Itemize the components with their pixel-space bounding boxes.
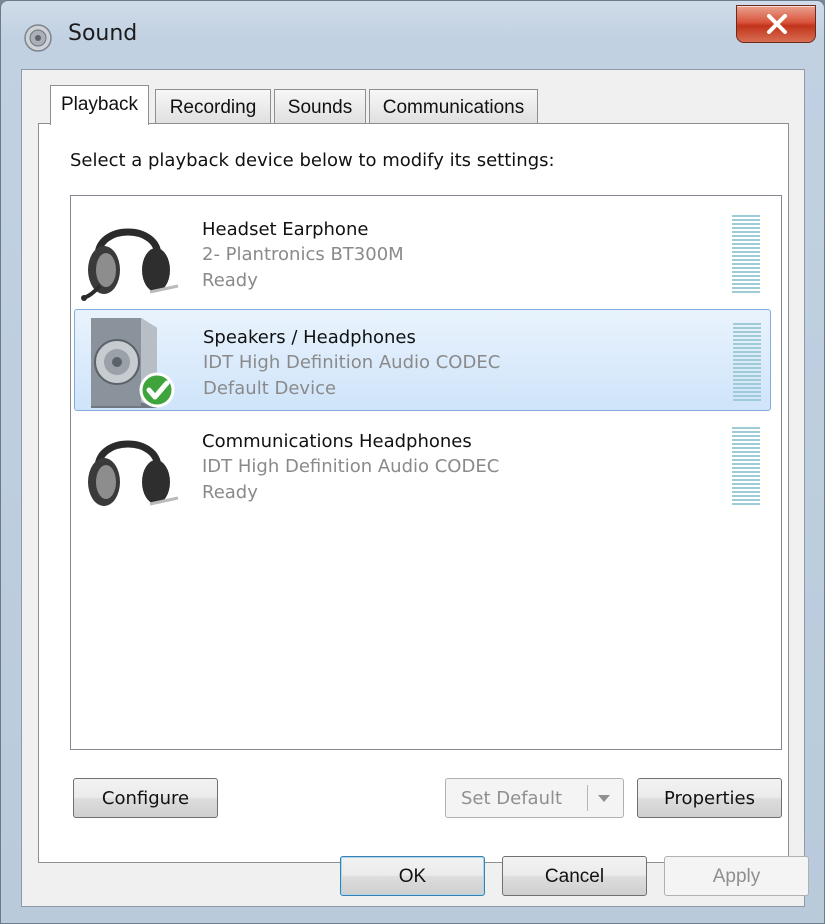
tab-recording[interactable]: Recording [155,89,271,123]
device-description: 2- Plantronics BT300M [202,244,404,265]
cancel-button[interactable]: Cancel [502,856,647,896]
speaker-icon [24,24,52,52]
apply-button: Apply [664,856,809,896]
speaker-icon [91,318,175,408]
device-communications-headphones[interactable]: Communications Headphones IDT High Defin… [74,414,771,516]
volume-meter [732,427,760,507]
tab-playback[interactable]: Playback [50,85,149,125]
device-speakers-headphones[interactable]: Speakers / Headphones IDT High Definitio… [74,309,771,411]
volume-meter [733,323,761,403]
headset-icon [81,228,179,301]
set-default-label: Set Default [461,788,563,809]
device-list[interactable]: Headset Earphone 2- Plantronics BT300M R… [70,195,782,750]
close-icon [767,14,787,34]
instruction-text: Select a playback device below to modify… [70,150,555,171]
device-status: Default Device [203,378,337,399]
tab-sounds[interactable]: Sounds [274,89,366,123]
window-title: Sound [68,21,138,46]
device-name: Headset Earphone [202,219,369,240]
close-button[interactable] [736,5,816,43]
device-name: Speakers / Headphones [203,327,416,348]
headset-icon [88,440,179,506]
sound-dialog: Sound Playback Recording Sounds Communic… [0,0,825,924]
volume-meter [732,215,760,295]
split-separator [587,785,588,811]
device-name: Communications Headphones [202,431,472,452]
device-status: Ready [202,270,258,291]
title-bar[interactable]: Sound [1,1,824,71]
chevron-down-icon [598,795,610,802]
device-status: Ready [202,482,258,503]
tab-communications[interactable]: Communications [369,89,538,123]
device-headset-earphone[interactable]: Headset Earphone 2- Plantronics BT300M R… [74,202,771,304]
properties-button[interactable]: Properties [637,778,782,818]
device-description: IDT High Definition Audio CODEC [203,352,501,373]
dialog-body: Playback Recording Sounds Communications… [21,69,809,907]
configure-button[interactable]: Configure [73,778,218,818]
ok-button[interactable]: OK [340,856,485,896]
playback-panel: Select a playback device below to modify… [38,123,789,863]
device-description: IDT High Definition Audio CODEC [202,456,500,477]
set-default-button: Set Default [445,778,624,818]
